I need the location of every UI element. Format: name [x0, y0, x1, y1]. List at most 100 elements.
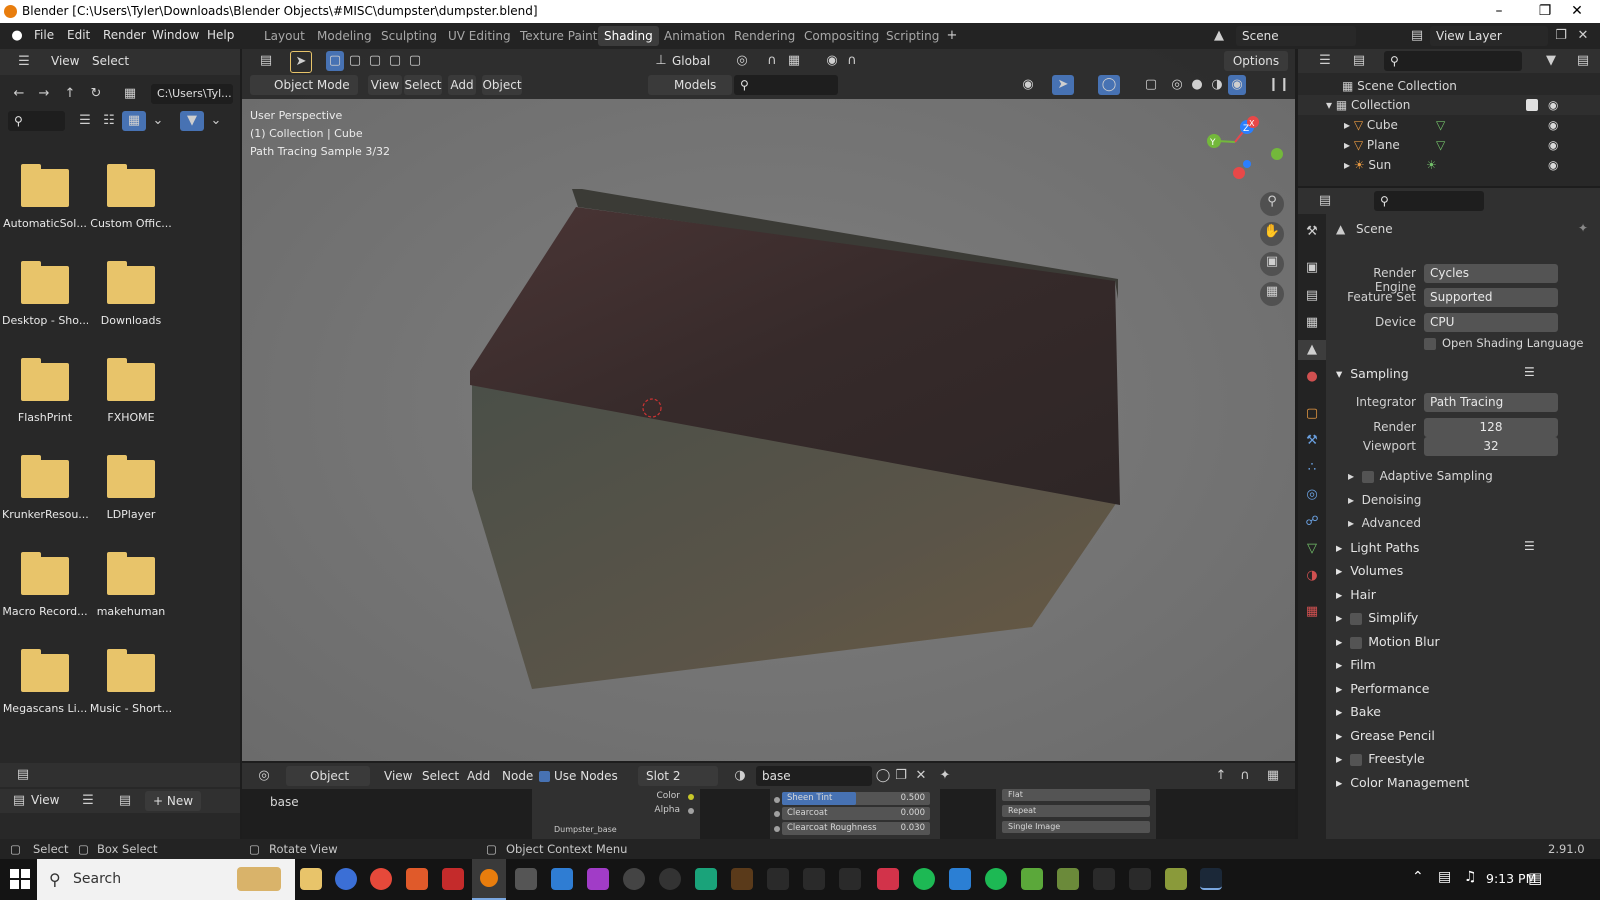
adaptive-sampling-subpanel[interactable]: ▸ Adaptive Sampling	[1348, 469, 1493, 483]
camera-view-icon[interactable]: ▣	[1260, 252, 1284, 276]
tool-tab-icon[interactable]: ⚒	[1302, 222, 1322, 242]
tab-texture-paint[interactable]: Texture Paint	[514, 26, 603, 46]
proportional-editing-icon[interactable]: ◉	[822, 51, 842, 71]
device-dropdown[interactable]: CPU	[1424, 313, 1558, 332]
use-nodes-checkbox[interactable]: Use Nodes	[539, 769, 618, 783]
windows-start-icon[interactable]	[10, 869, 30, 889]
view-layer-tab-icon[interactable]: ▦	[1302, 313, 1322, 333]
app-icon[interactable]	[839, 868, 861, 890]
volume-icon[interactable]: ♫	[1464, 869, 1477, 885]
duplicate-material-icon[interactable]: ❐	[892, 766, 910, 786]
rendered-shading-icon[interactable]: ◉	[1228, 75, 1246, 95]
material-shading-icon[interactable]: ◑	[1208, 75, 1226, 95]
viewport-menu-object[interactable]: Object	[482, 75, 522, 95]
outliner-item-sun[interactable]: ▸ ☀ Sun ☀ ◉	[1298, 155, 1600, 175]
folder-item[interactable]: AutomaticSol...	[2, 164, 88, 230]
new-image-button[interactable]: + New	[145, 791, 201, 811]
tab-shading[interactable]: Shading	[598, 26, 659, 46]
thumbnails-icon[interactable]: ▦	[122, 111, 146, 131]
scene-field[interactable]: Scene	[1236, 26, 1356, 46]
motion-blur-panel[interactable]: ▸ Motion Blur	[1336, 634, 1440, 649]
eye-icon[interactable]: ◉	[1548, 115, 1558, 135]
scene-icon[interactable]: ▲	[1204, 26, 1234, 46]
checkbox-icon[interactable]	[1350, 753, 1363, 766]
clearcoat-slider[interactable]: Clearcoat 0.000	[782, 807, 930, 820]
steam-icon[interactable]	[1200, 868, 1222, 890]
filter-options-chevron-icon[interactable]: ⌄	[208, 111, 224, 131]
shader-editor[interactable]: ◎ Object View Select Add Node Use Nodes …	[242, 763, 1295, 839]
editor-type-icon[interactable]: ☰	[1312, 51, 1338, 71]
presets-icon[interactable]: ☰	[1524, 365, 1535, 379]
parent-node-tree-icon[interactable]: ↑	[1212, 766, 1230, 786]
app-icon[interactable]	[695, 868, 717, 890]
snap-target-icon[interactable]: ▦	[784, 51, 804, 71]
image-settings-node[interactable]: Flat Repeat Single Image	[996, 789, 1156, 839]
pause-render-icon[interactable]: ❙❙	[1268, 75, 1290, 95]
parent-directory-icon[interactable]: ↑	[61, 84, 79, 104]
osl-checkbox[interactable]: Open Shading Language	[1424, 336, 1584, 350]
app-icon[interactable]	[1093, 868, 1115, 890]
xray-icon[interactable]: ▢	[1142, 75, 1160, 95]
falloff-icon[interactable]: ∩	[842, 51, 862, 71]
fake-user-shield-icon[interactable]: ◯	[874, 766, 892, 786]
tab-animation[interactable]: Animation	[658, 26, 731, 46]
forward-arrow-icon[interactable]: →	[35, 84, 53, 104]
app-icon[interactable]	[659, 868, 681, 890]
folder-item[interactable]: Music - Short...	[88, 649, 174, 715]
blender-taskbar-icon[interactable]	[472, 859, 506, 900]
integrator-dropdown[interactable]: Path Tracing	[1424, 393, 1558, 412]
render-tab-icon[interactable]: ▣	[1302, 258, 1322, 278]
tab-layout[interactable]: Layout	[258, 26, 311, 46]
folder-item[interactable]: LDPlayer	[88, 455, 174, 521]
collection-exclude-checkbox[interactable]	[1526, 99, 1538, 111]
file-explorer-icon[interactable]	[300, 868, 322, 890]
eye-icon[interactable]: ◉	[1548, 155, 1558, 175]
app-icon[interactable]	[1165, 868, 1187, 890]
render-engine-dropdown[interactable]: Cycles	[1424, 264, 1558, 283]
app-icon[interactable]	[335, 868, 357, 890]
pin-icon[interactable]: ✦	[1578, 221, 1588, 235]
data-tab-icon[interactable]: ▽	[1302, 539, 1322, 559]
view-layer-field[interactable]: View Layer	[1430, 26, 1548, 46]
app-icon[interactable]	[442, 868, 464, 890]
editor-type-icon[interactable]: ▤	[252, 51, 280, 71]
eye-icon[interactable]: ◉	[1548, 135, 1558, 155]
blender-menu-icon[interactable]: ●	[8, 26, 26, 46]
app-icon[interactable]	[803, 868, 825, 890]
tab-compositing[interactable]: Compositing	[798, 26, 885, 46]
modifier-tab-icon[interactable]: ⚒	[1302, 431, 1322, 451]
shader-menu-add[interactable]: Add	[467, 769, 490, 783]
constraints-tab-icon[interactable]: ☍	[1302, 512, 1322, 532]
grease-pencil-panel[interactable]: ▸ Grease Pencil	[1336, 728, 1435, 743]
back-arrow-icon[interactable]: ←	[10, 84, 28, 104]
presets-icon[interactable]: ☰	[1524, 539, 1535, 553]
material-name-field[interactable]: base	[756, 766, 872, 786]
menu-file[interactable]: File	[34, 28, 54, 42]
menu-window[interactable]: Window	[152, 28, 199, 42]
new-directory-icon[interactable]: ▦	[121, 84, 139, 104]
folder-item[interactable]: KrunkerResou...	[2, 455, 88, 521]
mesh-data-icon[interactable]: ▽	[1436, 115, 1445, 135]
shader-menu-select[interactable]: Select	[422, 769, 459, 783]
denoising-subpanel[interactable]: ▸ Denoising	[1348, 493, 1421, 507]
app-icon[interactable]	[1129, 868, 1151, 890]
gizmo-neg-x-axis[interactable]	[1233, 167, 1245, 179]
refresh-icon[interactable]: ↻	[87, 84, 105, 104]
horizontal-list-icon[interactable]: ☷	[99, 111, 119, 131]
select-mode-intersect-icon[interactable]: ▢	[406, 51, 424, 71]
hamburger-icon[interactable]: ☰	[80, 791, 96, 811]
eye-icon[interactable]: ◉	[1548, 95, 1558, 115]
chrome-icon[interactable]	[370, 868, 392, 890]
viewport-menu-add[interactable]: Add	[448, 75, 476, 95]
unity-icon[interactable]	[515, 868, 537, 890]
output-tab-icon[interactable]: ▤	[1302, 286, 1322, 306]
outliner-item-cube[interactable]: ▸ ▽ Cube ▽ ◉	[1298, 115, 1600, 135]
select-mode-invert-icon[interactable]: ▢	[386, 51, 404, 71]
spotify-icon[interactable]	[985, 868, 1007, 890]
object-mode-dropdown[interactable]: Object Mode	[250, 75, 358, 95]
properties-search-input[interactable]: ⚲	[1374, 191, 1484, 211]
minimize-icon[interactable]: –	[1476, 0, 1522, 23]
gizmo-neg-y-axis[interactable]	[1271, 148, 1283, 160]
sheen-tint-slider[interactable]: Sheen Tint 0.500	[782, 792, 930, 805]
tab-sculpting[interactable]: Sculpting	[375, 26, 443, 46]
